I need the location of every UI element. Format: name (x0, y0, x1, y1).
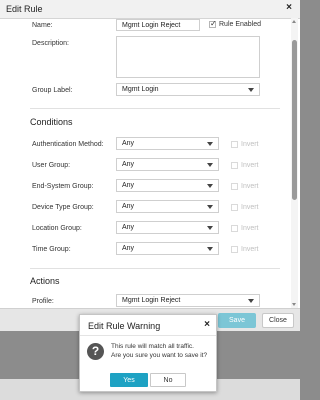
group-label-select[interactable]: Mgmt Login (116, 83, 260, 96)
condition-label: End-System Group: (32, 183, 94, 190)
invert-checkbox[interactable] (231, 162, 238, 169)
chevron-down-icon (207, 226, 213, 230)
time-group-select[interactable]: Any (116, 242, 219, 255)
close-icon[interactable]: × (286, 3, 292, 13)
group-label-label: Group Label: (32, 87, 73, 94)
select-value: Any (122, 203, 135, 210)
close-button[interactable]: Close (262, 313, 294, 328)
chevron-down-icon (248, 88, 254, 92)
question-icon: ? (87, 343, 104, 360)
scroll-up-arrow-icon[interactable] (292, 20, 296, 23)
invert-label: Invert (241, 225, 259, 232)
device-type-group-select[interactable]: Any (116, 200, 219, 213)
save-button[interactable]: Save (218, 313, 256, 328)
dialog-content: Name: Mgmt Login Reject Rule Enabled Des… (0, 18, 290, 308)
rule-enabled-label: Rule Enabled (219, 21, 262, 28)
condition-label: Device Type Group: (32, 204, 94, 211)
invert-checkbox[interactable] (231, 225, 238, 232)
warning-message: This rule will match all traffic. Are yo… (111, 342, 215, 360)
invert-label: Invert (241, 141, 259, 148)
warning-title: Edit Rule Warning (88, 321, 161, 331)
select-value: Any (122, 245, 135, 252)
condition-label: User Group: (32, 162, 71, 169)
name-label: Name: (32, 22, 53, 29)
description-label: Description: (32, 40, 69, 47)
edit-rule-dialog: Edit Rule × Name: Mgmt Login Reject Rule… (0, 0, 300, 331)
rule-enabled-checkbox[interactable] (209, 19, 217, 28)
group-label-value: Mgmt Login (122, 86, 159, 93)
invert-label: Invert (241, 204, 259, 211)
dialog-title: Edit Rule (6, 4, 43, 14)
chevron-down-icon (207, 205, 213, 209)
user-group-select[interactable]: Any (116, 158, 219, 171)
divider (30, 268, 280, 269)
select-value: Any (122, 161, 135, 168)
close-icon[interactable]: × (204, 320, 210, 330)
invert-label: Invert (241, 246, 259, 253)
edit-rule-warning-dialog: Edit Rule Warning × ? This rule will mat… (79, 314, 217, 392)
yes-button[interactable]: Yes (110, 373, 148, 387)
invert-label: Invert (241, 183, 259, 190)
invert-label: Invert (241, 162, 259, 169)
select-value: Any (122, 182, 135, 189)
vertical-scrollbar[interactable] (291, 18, 298, 308)
divider (80, 335, 216, 336)
invert-checkbox[interactable] (231, 246, 238, 253)
invert-checkbox[interactable] (231, 183, 238, 190)
profile-value: Mgmt Login Reject (122, 297, 181, 304)
dialog-titlebar: Edit Rule × (0, 0, 300, 19)
chevron-down-icon (207, 142, 213, 146)
warning-message-line: This rule will match all traffic. (111, 343, 194, 350)
divider (30, 108, 280, 109)
warning-message-line: Are you sure you want to save it? (111, 352, 208, 359)
profile-select[interactable]: Mgmt Login Reject (116, 294, 260, 307)
end-system-group-select[interactable]: Any (116, 179, 219, 192)
no-button[interactable]: No (150, 373, 186, 387)
condition-label: Location Group: (32, 225, 82, 232)
actions-heading: Actions (30, 276, 60, 286)
scroll-down-arrow-icon[interactable] (292, 303, 296, 306)
profile-label: Profile: (32, 298, 54, 305)
chevron-down-icon (207, 247, 213, 251)
location-group-select[interactable]: Any (116, 221, 219, 234)
select-value: Any (122, 224, 135, 231)
select-value: Any (122, 140, 135, 147)
chevron-down-icon (248, 299, 254, 303)
invert-checkbox[interactable] (231, 204, 238, 211)
name-input[interactable]: Mgmt Login Reject (116, 19, 200, 31)
condition-label: Time Group: (32, 246, 71, 253)
condition-label: Authentication Method: (32, 141, 104, 148)
chevron-down-icon (207, 184, 213, 188)
conditions-heading: Conditions (30, 117, 73, 127)
description-textarea[interactable] (116, 36, 260, 78)
authentication-method-select[interactable]: Any (116, 137, 219, 150)
scrollbar-thumb[interactable] (292, 40, 297, 200)
invert-checkbox[interactable] (231, 141, 238, 148)
chevron-down-icon (207, 163, 213, 167)
